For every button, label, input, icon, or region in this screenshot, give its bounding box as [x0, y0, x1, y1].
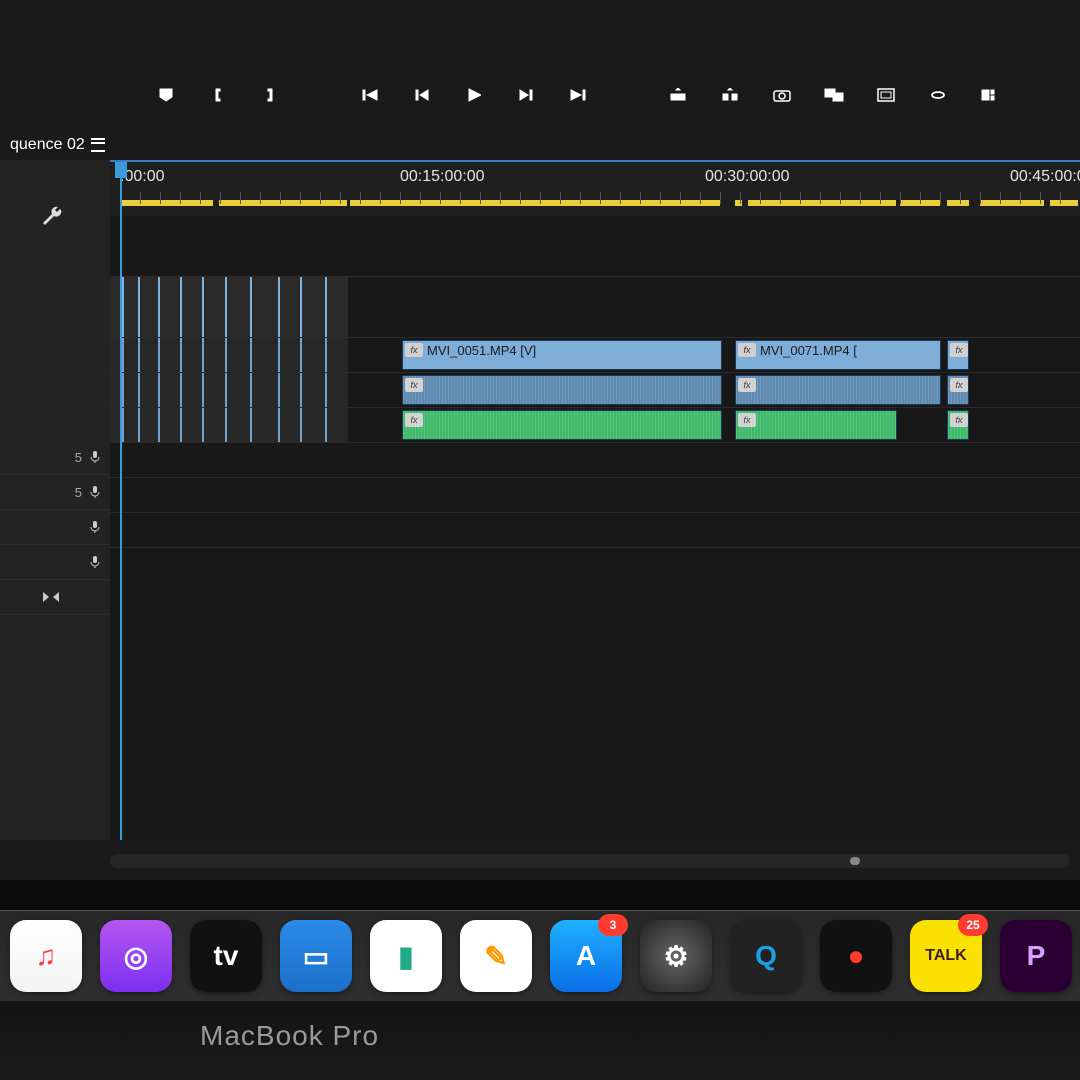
scrollbar-thumb[interactable]	[850, 857, 860, 865]
kakaotalk-icon[interactable]: TALK25	[910, 920, 982, 992]
goto-in-icon[interactable]	[359, 84, 381, 106]
mic-icon	[88, 520, 102, 534]
numbers-icon[interactable]: ▮	[370, 920, 442, 992]
step-back-icon[interactable]	[411, 84, 433, 106]
master-track[interactable]	[110, 513, 1080, 548]
music-icon[interactable]: ♫	[10, 920, 82, 992]
render-bar	[219, 200, 347, 206]
in-bracket-icon[interactable]	[207, 84, 229, 106]
track-header: 5 5	[0, 160, 111, 840]
appletv-icon[interactable]: tv	[190, 920, 262, 992]
render-bar	[748, 200, 896, 206]
audio-track-1[interactable]: fxfxfx	[110, 373, 1080, 408]
clip[interactable]: fx	[735, 410, 897, 440]
tracks-area[interactable]: fxMVI_0051.MP4 [V]fxMVI_0071.MP4 [fx fxf…	[110, 216, 1080, 840]
audio-track-2[interactable]: fxfxfx	[110, 408, 1080, 443]
settings-icon[interactable]: ⚙	[640, 920, 712, 992]
mic-icon	[88, 450, 102, 464]
safe-margins-icon[interactable]	[875, 84, 897, 106]
lift-icon[interactable]	[667, 84, 689, 106]
clip[interactable]: fx MVI_0051.MP4 [V]	[402, 340, 722, 370]
fx-badge-icon: fx	[405, 343, 423, 357]
mic-icon	[88, 555, 102, 569]
premiere-window: quence 02 5 5 :00:0000:15:00:0000:30:00:…	[0, 0, 1080, 880]
audio-track-header[interactable]: 5	[0, 475, 110, 510]
notification-badge: 3	[598, 914, 628, 936]
macos-dock: ♫◎tv▭▮✎A3⚙Q●TALK25P	[0, 910, 1080, 1001]
settings-btn-icon[interactable]	[979, 84, 1001, 106]
quicktime-icon[interactable]: Q	[730, 920, 802, 992]
audio-track-header[interactable]	[0, 545, 110, 580]
video-track-1[interactable]: fx MVI_0051.MP4 [V] fx MVI_0071.MP4 [ fx	[110, 338, 1080, 373]
podcasts-icon[interactable]: ◎	[100, 920, 172, 992]
clip-label: MVI_0071.MP4 [	[760, 343, 857, 358]
playhead[interactable]	[120, 162, 122, 840]
audio-track-header[interactable]	[0, 510, 110, 545]
timeline-scrollbar[interactable]	[110, 854, 1070, 868]
keynote-icon[interactable]: ▭	[280, 920, 352, 992]
loop-icon[interactable]	[927, 84, 949, 106]
voice-memos-icon[interactable]: ●	[820, 920, 892, 992]
transport-toolbar	[155, 80, 1070, 110]
wrench-icon[interactable]	[40, 204, 64, 233]
clip[interactable]: fx	[947, 375, 969, 405]
render-bar	[350, 200, 720, 206]
timeline[interactable]: :00:0000:15:00:0000:30:00:0000:45:00:00 …	[110, 160, 1080, 840]
extract-icon[interactable]	[719, 84, 741, 106]
marker-icon[interactable]	[155, 84, 177, 106]
audio-track-4[interactable]	[110, 478, 1080, 513]
master-track-header[interactable]	[0, 580, 110, 615]
video-track-3[interactable]	[110, 216, 1080, 277]
play-icon[interactable]	[463, 84, 485, 106]
laptop-brand-label: MacBook Pro	[200, 1020, 379, 1052]
clip[interactable]: fx	[402, 410, 722, 440]
step-fwd-icon[interactable]	[515, 84, 537, 106]
video-track-2[interactable]	[110, 277, 1080, 338]
fx-badge-icon: fx	[738, 343, 756, 357]
sequence-tab-label: quence 02	[10, 136, 85, 154]
clip[interactable]: fx	[947, 340, 969, 370]
clip[interactable]: fx MVI_0071.MP4 [	[735, 340, 941, 370]
compare-icon[interactable]	[823, 84, 845, 106]
premiere-icon[interactable]: P	[1000, 920, 1072, 992]
clip[interactable]: fx	[735, 375, 941, 405]
out-bracket-icon[interactable]	[259, 84, 281, 106]
audio-track-header[interactable]: 5	[0, 440, 110, 475]
time-ruler[interactable]: :00:0000:15:00:0000:30:00:0000:45:00:00	[110, 162, 1080, 217]
master-icon	[42, 591, 60, 603]
audio-track-3[interactable]	[110, 443, 1080, 478]
ruler-tick: 00:15:00:00	[400, 168, 485, 186]
sequence-tab[interactable]: quence 02	[0, 130, 115, 162]
ruler-tick: 00:30:00:00	[705, 168, 790, 186]
mic-icon	[88, 485, 102, 499]
fx-badge-icon: fx	[950, 343, 968, 357]
pages-icon[interactable]: ✎	[460, 920, 532, 992]
clip[interactable]: fx	[947, 410, 969, 440]
ruler-tick: 00:45:00:00	[1010, 168, 1080, 186]
appstore-icon[interactable]: A3	[550, 920, 622, 992]
goto-out-icon[interactable]	[567, 84, 589, 106]
render-bar	[1050, 200, 1078, 206]
panel-menu-icon[interactable]	[91, 138, 105, 152]
notification-badge: 25	[958, 914, 988, 936]
clip-label: MVI_0051.MP4 [V]	[427, 343, 536, 358]
camera-icon[interactable]	[771, 84, 793, 106]
clip[interactable]: fx	[402, 375, 722, 405]
render-bar	[980, 200, 1044, 206]
render-bar	[947, 200, 969, 206]
